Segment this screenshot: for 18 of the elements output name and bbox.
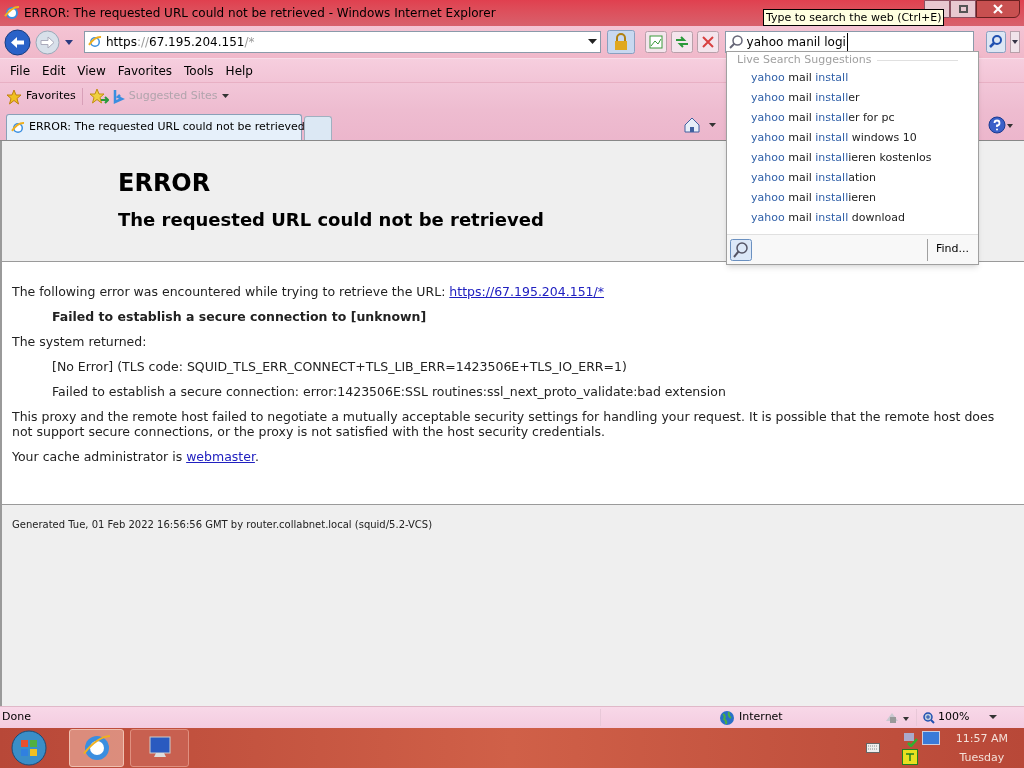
- error-subheading: The requested URL could not be retrieved: [118, 211, 544, 229]
- error-message: Your cache administrator is webmaster.: [12, 449, 260, 464]
- error-detail: Failed to establish a secure connection: error:1423506E:SSL routines:ssl_next_proto_validate:bad extension: [51, 384, 727, 399]
- error-message: This proxy and the remote host failed to negotiate a mutually acceptable security settings for handling your request. It is possible that the remote host does not support secure connections, or the proxy is not satisfied with the host security credentials.: [12, 409, 996, 439]
- status-text: Done: [1, 709, 32, 726]
- suggestions-header: Live Search Suggestions: [737, 51, 872, 68]
- clock-day: Tuesday: [959, 748, 1005, 767]
- error-detail: [No Error] (TLS code: SQUID_TLS_ERR_CONNECT+TLS_LIB_ERR=1423506E+TLS_IO_ERR=1): [51, 359, 628, 374]
- url-text: https://67.195.204.151/*: [106, 34, 256, 51]
- security-zone-text: Internet: [739, 709, 783, 726]
- footer-text: Generated Tue, 01 Feb 2022 16:56:56 GMT by router.collabnet.local (squid/5.2-VCS): [12, 518, 434, 532]
- window-title: ERROR: The requested URL could not be retrieved - Windows Internet Explorer: [24, 5, 496, 22]
- clock-time: 11:57 AM: [955, 731, 1008, 747]
- error-message: The system returned:: [12, 334, 148, 349]
- error-detail: Failed to establish a secure connection to [unknown]: [51, 309, 428, 324]
- error-message: The following error was encountered while trying to retrieve the URL: https://67.195.204.151/*: [12, 284, 605, 299]
- error-heading: ERROR: [118, 171, 211, 195]
- tooltip: Type to search the web (Ctrl+E): [763, 9, 945, 26]
